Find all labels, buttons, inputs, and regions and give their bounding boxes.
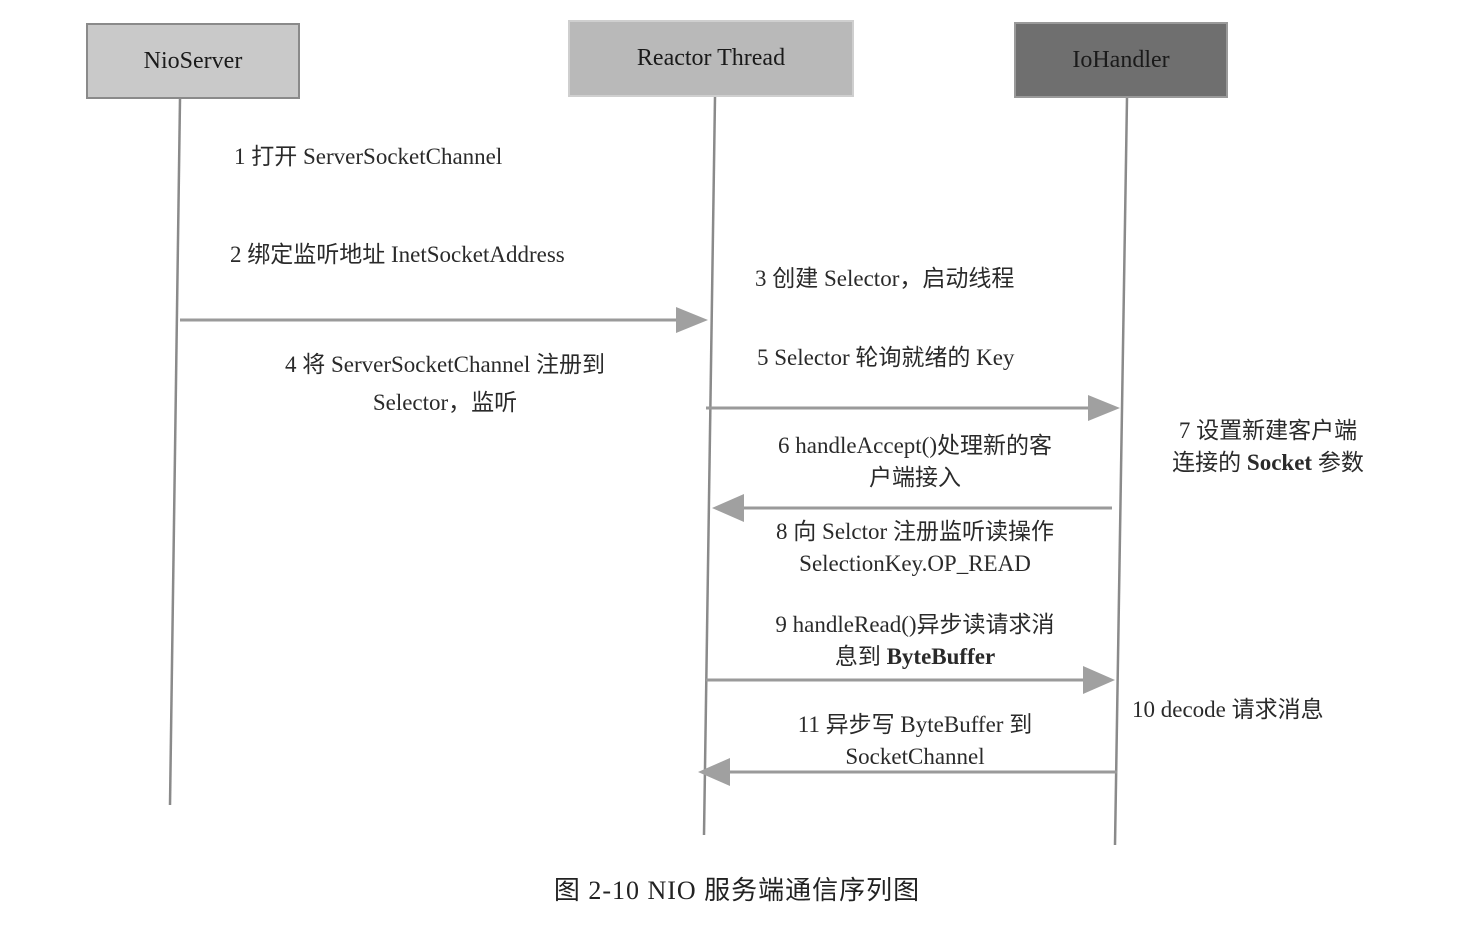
step-7-line-2: 连接的 Socket 参数 (1150, 447, 1386, 479)
arrowhead-left-icon (698, 758, 730, 786)
step-8-line-2: SelectionKey.OP_READ (799, 551, 1031, 576)
step-3-label: 3 创建 Selector，启动线程 (755, 266, 1015, 291)
lifeline-iohandler (1113, 97, 1129, 846)
lifeline-reactor-thread (702, 96, 717, 836)
step-1-label: 1 打开 ServerSocketChannel (234, 144, 503, 169)
step-10-label: 10 decode 请求消息 (1132, 697, 1324, 722)
step-5-label: 5 Selector 轮询就绪的 Key (757, 345, 1015, 370)
step-4-label: 4 将 ServerSocketChannel 注册到 Selector，监听 (230, 349, 660, 419)
arrowhead-right-icon (1088, 395, 1120, 421)
step-7-label: 7 设置新建客户端 连接的 Socket 参数 (1150, 415, 1386, 479)
arrowhead-right-icon (676, 307, 708, 333)
step-8-label: 8 向 Selctor 注册监听读操作 SelectionKey.OP_READ (740, 516, 1090, 580)
step-7-line-1: 7 设置新建客户端 (1178, 418, 1358, 443)
step-7-text-pre: 连接的 (1172, 450, 1247, 475)
step-9-text-pre: 息到 (834, 644, 887, 669)
step-11-label: 11 异步写 ByteBuffer 到 SocketChannel (740, 709, 1090, 773)
step-6-line-1: 6 handleAccept()处理新的客 (777, 433, 1052, 458)
figure-caption: 图 2-10 NIO 服务端通信序列图 (553, 876, 921, 905)
step-6-line-2: 户端接入 (869, 465, 961, 490)
step-4-line-2: Selector，监听 (372, 390, 518, 415)
step-9-line-2: 息到 ByteBuffer (740, 641, 1090, 673)
step-7-text-post: 参数 (1312, 450, 1364, 475)
step-9-text-bold: ByteBuffer (886, 644, 996, 669)
lifeline-nioserver (168, 98, 182, 806)
step-8-line-1: 8 向 Selctor 注册监听读操作 (776, 519, 1054, 544)
step-6-label: 6 handleAccept()处理新的客 户端接入 (740, 430, 1090, 494)
step-4-line-1: 4 将 ServerSocketChannel 注册到 (284, 352, 606, 377)
step-2-label: 2 绑定监听地址 InetSocketAddress (230, 242, 565, 267)
step-9-label: 9 handleRead()异步读请求消 息到 ByteBuffer (740, 609, 1090, 673)
step-9-line-1: 9 handleRead()异步读请求消 (775, 612, 1055, 637)
message-arrow-1 (180, 307, 708, 333)
step-7-text-bold: Socket (1246, 450, 1313, 475)
message-arrow-2 (706, 395, 1120, 421)
step-11-line-1: 11 异步写 ByteBuffer 到 (797, 712, 1033, 737)
step-11-line-2: SocketChannel (845, 744, 985, 769)
